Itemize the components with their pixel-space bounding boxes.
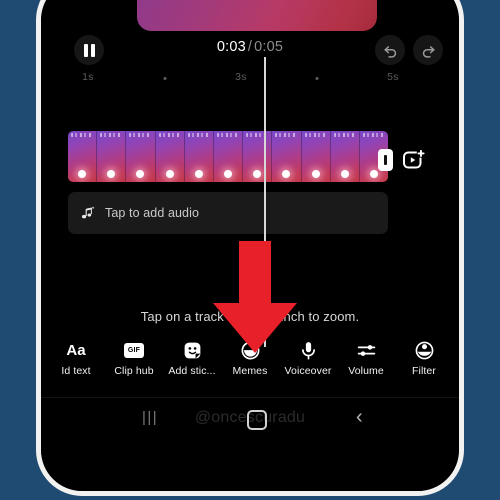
text-format-icon-wrap: Aa [66, 339, 85, 361]
ruler-tick-label: 5s [387, 71, 399, 83]
home-button[interactable] [247, 410, 267, 430]
toolbar-item-label: Clip hub [114, 365, 154, 377]
gif-icon: GIF [124, 342, 144, 358]
thumbnail-caption-strip [187, 133, 210, 137]
thumbnail-caption-strip [362, 133, 385, 137]
thumbnail-highlight-dot [136, 170, 145, 178]
thumbnail-caption-strip [100, 133, 123, 137]
phone-screen: 0:03/0:05 1s 3s 5s Tap to add audio Tap … [41, 0, 459, 491]
recents-icon[interactable]: ||| [142, 409, 158, 426]
redo-icon [422, 45, 435, 58]
thumbnail-highlight-dot [78, 170, 87, 178]
video-clip-track[interactable] [68, 131, 388, 182]
sticker-icon-wrap [182, 339, 203, 361]
total-time: 0:05 [254, 39, 284, 55]
thumbnail-caption-strip [275, 133, 298, 137]
clip-thumbnail[interactable] [97, 131, 127, 182]
ruler-tick-label: 1s [82, 71, 94, 83]
toolbar-item-clip-hub[interactable]: GIF Clip hub [105, 339, 163, 377]
thumbnail-highlight-dot [253, 170, 262, 178]
annotation-arrow-icon [213, 241, 297, 353]
thumbnail-caption-strip [129, 133, 152, 137]
clip-thumbnail[interactable] [272, 131, 302, 182]
system-navigation-bar: @oncescuradu ||| ‹ [41, 397, 459, 443]
add-clip-button[interactable] [401, 147, 427, 173]
thumbnail-highlight-dot [107, 170, 116, 178]
clip-thumbnail[interactable] [330, 131, 360, 182]
microphone-icon-wrap [298, 339, 319, 361]
ruler-dot [163, 77, 167, 80]
redo-button[interactable] [413, 35, 443, 65]
toolbar-item-label: Memes [232, 365, 268, 377]
trim-handle-right[interactable] [378, 149, 393, 171]
add-clip-icon [403, 149, 426, 169]
thumbnail-highlight-dot [340, 170, 349, 178]
clip-thumbnail[interactable] [213, 131, 244, 182]
audio-track[interactable]: Tap to add audio [68, 192, 388, 234]
thumbnail-caption-strip [216, 133, 239, 137]
video-preview[interactable] [137, 0, 377, 31]
nav-divider [41, 397, 459, 398]
clip-thumbnail[interactable] [301, 131, 331, 182]
clip-thumbnail[interactable] [243, 131, 273, 182]
current-time: 0:03 [216, 39, 246, 55]
undo-button[interactable] [375, 35, 405, 65]
ruler-tick-label: 3s [235, 71, 247, 83]
timeline-ruler: 1s 3s 5s [41, 69, 459, 93]
thumbnail-caption-strip [333, 133, 356, 137]
thumbnail-highlight-dot [282, 170, 291, 178]
thumbnail-highlight-dot [194, 170, 203, 178]
thumbnail-highlight-dot [311, 170, 320, 178]
clip-thumbnail[interactable] [126, 131, 156, 182]
thumbnail-highlight-dot [165, 170, 174, 178]
clip-thumbnail[interactable] [184, 131, 214, 182]
sliders-icon [357, 344, 375, 356]
microphone-icon [301, 341, 315, 360]
sliders-icon-wrap [356, 339, 377, 361]
filter-icon [415, 341, 433, 359]
clip-thumbnail[interactable] [68, 131, 98, 182]
thumbnail-caption-strip [158, 133, 181, 137]
clip-thumbnail[interactable] [155, 131, 185, 182]
toolbar-item-volume[interactable]: Volume [337, 339, 395, 377]
sticker-icon [184, 342, 200, 358]
filter-icon-wrap [414, 339, 435, 361]
time-separator: / [247, 39, 253, 55]
transport-bar: 0:03/0:05 [41, 31, 459, 67]
phone-frame: 0:03/0:05 1s 3s 5s Tap to add audio Tap … [36, 0, 464, 496]
toolbar-item-label: Voiceover [284, 365, 332, 377]
toolbar-item-label: Id text [61, 365, 91, 377]
gif-icon-wrap: GIF [124, 339, 144, 361]
toolbar-item-label: Filter [412, 365, 436, 377]
thumbnail-caption-strip [304, 133, 327, 137]
back-icon[interactable]: ‹ [356, 407, 363, 427]
thumbnail-caption-strip [71, 133, 93, 137]
text-format-icon: Aa [66, 341, 86, 359]
toolbar-item-filter[interactable]: Filter [395, 339, 453, 377]
toolbar-item-label: Volume [348, 365, 384, 377]
undo-icon [383, 45, 396, 58]
toolbar-item-label: Add stic... [168, 365, 216, 377]
music-note-icon [80, 206, 95, 221]
audio-track-label: Tap to add audio [105, 206, 200, 220]
thumbnail-highlight-dot [224, 170, 233, 178]
thumbnail-highlight-dot [369, 170, 378, 178]
trim-handle-grip [384, 155, 387, 165]
toolbar-item-id-text[interactable]: Aa Id text [47, 339, 105, 378]
ruler-dot [315, 77, 319, 80]
